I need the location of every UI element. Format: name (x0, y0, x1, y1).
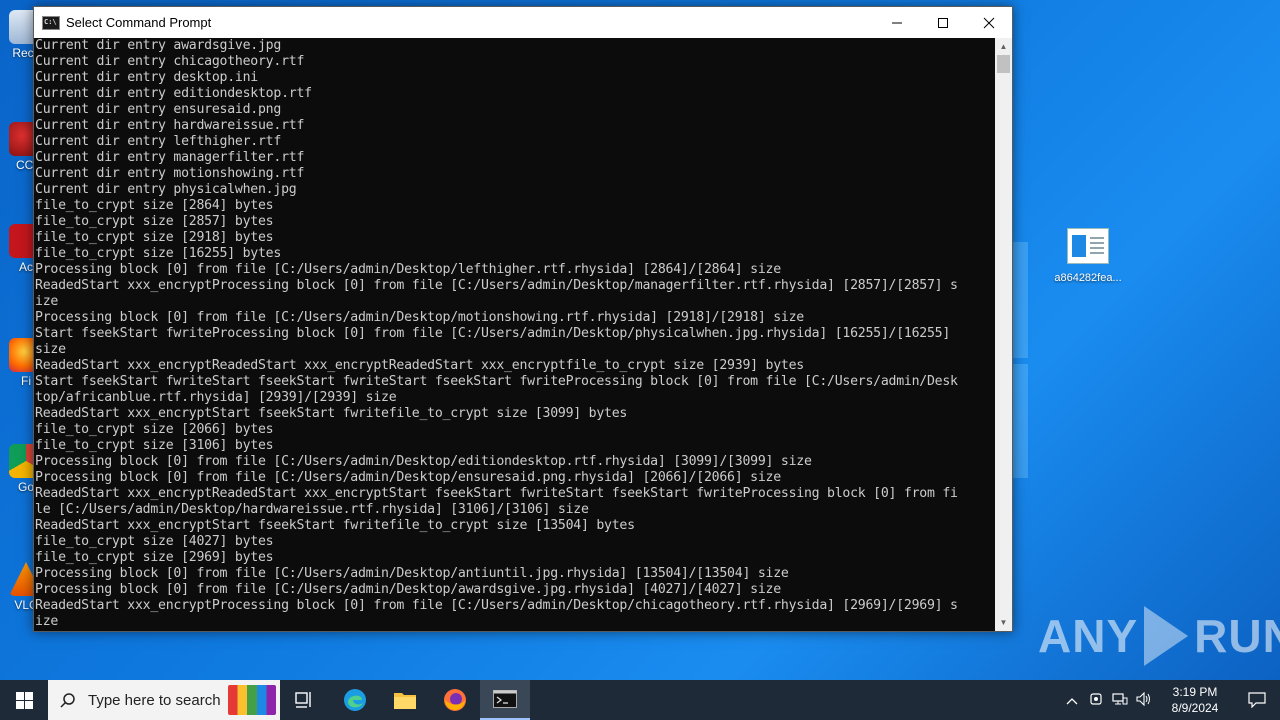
chevron-up-icon[interactable] (1060, 693, 1084, 708)
taskbar-clock[interactable]: 3:19 PM 8/9/2024 (1156, 684, 1234, 716)
console-line: Processing block [0] from file [C:/Users… (35, 582, 781, 597)
taskbar: Type here to search 3:19 PM 8/9/2024 (0, 680, 1280, 720)
console-line: size (35, 342, 66, 357)
console-line: file_to_crypt size [4027] bytes (35, 534, 274, 549)
console-line: Current dir entry physicalwhen.jpg (35, 182, 297, 197)
system-tray: 3:19 PM 8/9/2024 (1060, 680, 1280, 720)
console-line: ReadedStart xxx_encryptProcessing block … (35, 598, 958, 613)
console-line: Current dir entry motionshowing.rtf (35, 166, 305, 181)
console-line: ReadedStart xxx_encryptStart fseekStart … (35, 406, 628, 421)
scroll-down-arrow-icon[interactable]: ▼ (995, 614, 1012, 631)
console-line: Start fseekStart fwriteProcessing block … (35, 326, 951, 341)
console-line: top/africanblue.rtf.rhysida] [2939]/[293… (35, 390, 397, 405)
search-icon (48, 692, 88, 708)
clock-date: 8/9/2024 (1171, 701, 1219, 715)
firefox-icon (444, 689, 466, 711)
desktop-file-icon[interactable]: a864282fea... (1048, 228, 1128, 284)
clock-time: 3:19 PM (1172, 685, 1218, 699)
cmd-app-icon: C:\ (42, 15, 60, 30)
maximize-button[interactable] (920, 7, 966, 38)
window-title: Select Command Prompt (66, 15, 212, 30)
console-line: Processing block [0] from file [C:/Users… (35, 566, 789, 581)
watermark-text-right: RUN (1194, 610, 1280, 662)
watermark-text-left: ANY (1038, 610, 1139, 662)
document-icon (1067, 228, 1109, 264)
minimize-icon (892, 22, 902, 23)
console-line: ize (35, 614, 59, 629)
console-line: file_to_crypt size [2969] bytes (35, 550, 274, 565)
console-line: file_to_crypt size [2066] bytes (35, 422, 274, 437)
command-prompt-window[interactable]: C:\ Select Command Prompt Current dir en… (33, 6, 1013, 632)
maximize-icon (938, 17, 948, 28)
taskbar-firefox-button[interactable] (430, 680, 480, 720)
task-view-icon (295, 692, 311, 708)
action-center-button[interactable] (1234, 692, 1280, 708)
vertical-scrollbar[interactable]: ▲ ▼ (995, 38, 1012, 631)
console-line: Current dir entry desktop.ini (35, 70, 258, 85)
console-line: file_to_crypt size [2857] bytes (35, 214, 274, 229)
anyrun-watermark: ANY RUN (1038, 606, 1280, 666)
play-triangle-icon (1144, 606, 1189, 666)
desktop-file-label: a864282fea... (1054, 272, 1122, 284)
search-placeholder: Type here to search (88, 691, 221, 709)
taskbar-cmd-button[interactable] (480, 680, 530, 720)
command-prompt-icon (493, 690, 517, 708)
window-titlebar[interactable]: C:\ Select Command Prompt (34, 7, 1012, 38)
console-line: Processing block [0] from file [C:/Users… (35, 310, 804, 325)
folder-icon (394, 693, 416, 709)
console-line: Current dir entry lefthigher.rtf (35, 134, 282, 149)
minimize-button[interactable] (874, 7, 920, 38)
console-line: file_to_crypt size [2864] bytes (35, 198, 274, 213)
start-button[interactable] (0, 680, 48, 720)
console-line: file_to_crypt size [3106] bytes (35, 438, 274, 453)
console-line: Current dir entry chicagotheory.rtf (35, 54, 305, 69)
taskbar-file-explorer-button[interactable] (380, 680, 430, 720)
console-line: Processing block [0] from file [C:/Users… (35, 454, 812, 469)
console-line: Current dir entry ensuresaid.png (35, 102, 282, 117)
close-icon (983, 17, 995, 28)
console-line: ReadedStart xxx_encryptReadedStart xxx_e… (35, 486, 958, 501)
console-line: Current dir entry editiondesktop.rtf (35, 86, 312, 101)
console-line: Current dir entry awardsgive.jpg (35, 38, 282, 53)
console-line: le [C:/Users/admin/Desktop/hardwareissue… (35, 502, 589, 517)
console-line: ReadedStart xxx_encryptReadedStart xxx_e… (35, 358, 804, 373)
notification-icon (1248, 692, 1266, 708)
console-line: Current dir entry hardwareissue.rtf (35, 118, 305, 133)
scrollbar-thumb[interactable] (997, 55, 1010, 73)
console-line: Current dir entry managerfilter.rtf (35, 150, 305, 165)
console-output[interactable]: Current dir entry awardsgive.jpg Current … (34, 38, 994, 631)
console-line: Start fseekStart fwriteStart fseekStart … (35, 374, 958, 389)
taskbar-edge-button[interactable] (330, 680, 380, 720)
console-line: ize (35, 294, 59, 309)
scroll-up-arrow-icon[interactable]: ▲ (995, 38, 1012, 55)
task-view-button[interactable] (280, 680, 330, 720)
windows-logo-icon (15, 691, 33, 709)
console-line: ReadedStart xxx_encryptProcessing block … (35, 278, 958, 293)
volume-icon[interactable] (1132, 691, 1156, 709)
console-line: file_to_crypt size [2918] bytes (35, 230, 274, 245)
desktop-light-beam (1012, 364, 1028, 478)
search-highlight-books-icon (228, 685, 276, 715)
console-line: Processing block [0] from file [C:/Users… (35, 262, 781, 277)
edge-icon (344, 689, 366, 711)
taskbar-search-box[interactable]: Type here to search (48, 680, 280, 720)
defender-shield-icon[interactable] (1084, 692, 1108, 709)
close-button[interactable] (966, 7, 1012, 38)
console-text: Current dir entry awardsgive.jpg Current … (34, 38, 994, 630)
desktop-light-beam (1012, 242, 1028, 358)
console-line: Processing block [0] from file [C:/Users… (35, 470, 781, 485)
network-icon[interactable] (1108, 692, 1132, 709)
console-line: ReadedStart xxx_encryptStart fseekStart … (35, 518, 635, 533)
console-line: file_to_crypt size [16255] bytes (35, 246, 282, 261)
